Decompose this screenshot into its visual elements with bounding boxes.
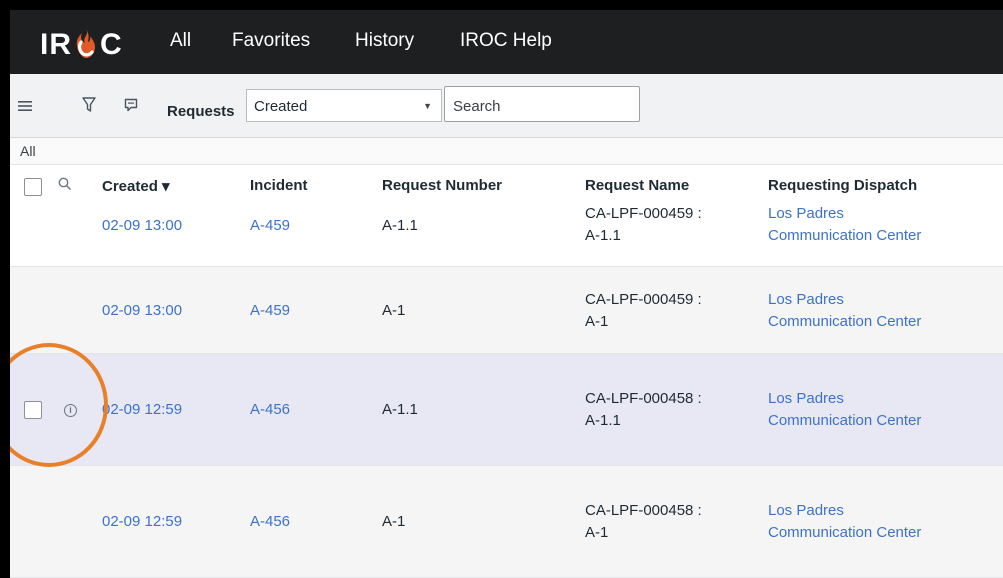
column-header-requesting-dispatch[interactable]: Requesting Dispatch — [768, 177, 917, 194]
speech-bubble-icon[interactable] — [124, 98, 138, 116]
table-row[interactable]: 02-09 12:59 A-456 A-1 CA-LPF-000458 : A-… — [10, 466, 1003, 578]
dispatch-link-line2[interactable]: Communication Center — [768, 225, 921, 247]
flame-logo-icon — [73, 29, 99, 59]
request-number: A-1 — [382, 513, 406, 530]
nav-link-history[interactable]: History — [355, 30, 414, 52]
search-icon[interactable] — [58, 177, 72, 194]
select-all-checkbox[interactable] — [24, 178, 42, 196]
iroc-logo[interactable]: IR C — [40, 25, 123, 65]
list-toolbar: Requests Created ▼ Search — [10, 74, 1003, 138]
incident-link[interactable]: A-456 — [250, 511, 290, 533]
column-header-request-number[interactable]: Request Number — [382, 177, 502, 194]
nav-link-favorites[interactable]: Favorites — [232, 30, 310, 52]
request-number: A-1 — [382, 302, 406, 319]
column-header-incident[interactable]: Incident — [250, 177, 308, 194]
nav-link-all[interactable]: All — [170, 30, 191, 52]
table-row[interactable]: 02-09 13:00 A-459 A-1.1 CA-LPF-000459 : … — [10, 205, 1003, 267]
request-name-line1: CA-LPF-000459 : — [585, 291, 702, 308]
logo-text-right: C — [100, 28, 123, 61]
funnel-icon[interactable] — [82, 97, 96, 117]
dispatch-link-line2[interactable]: Communication Center — [768, 311, 921, 333]
hamburger-icon[interactable] — [18, 99, 32, 116]
column-header-created[interactable]: Created ▾ — [102, 177, 170, 195]
created-link[interactable]: 02-09 12:59 — [102, 511, 182, 533]
dispatch-link-line1[interactable]: Los Padres — [768, 388, 844, 410]
search-field-select[interactable]: Created ▼ — [246, 89, 442, 122]
request-name-line2: A-1.1 — [585, 412, 621, 429]
column-header-request-name[interactable]: Request Name — [585, 177, 689, 194]
dispatch-link-line2[interactable]: Communication Center — [768, 522, 921, 544]
logo-text-left: IR — [40, 28, 72, 61]
created-link[interactable]: 02-09 13:00 — [102, 215, 182, 237]
nav-link-iroc-help[interactable]: IROC Help — [460, 30, 552, 52]
request-name-line1: CA-LPF-000459 : — [585, 205, 702, 222]
table-header: Created ▾ Incident Request Number Reques… — [10, 165, 1003, 209]
dispatch-link-line1[interactable]: Los Padres — [768, 289, 844, 311]
request-name-line2: A-1 — [585, 313, 609, 330]
request-name-line2: A-1.1 — [585, 227, 621, 244]
request-number: A-1.1 — [382, 401, 418, 418]
dispatch-link-line2[interactable]: Communication Center — [768, 410, 921, 432]
breadcrumb: All — [10, 138, 1003, 165]
created-link[interactable]: 02-09 13:00 — [102, 300, 182, 322]
top-nav: IR C All Favorites History IROC Help — [10, 10, 1003, 74]
incident-link[interactable]: A-456 — [250, 399, 290, 421]
dispatch-link-line1[interactable]: Los Padres — [768, 203, 844, 225]
info-icon[interactable]: i — [64, 404, 77, 417]
request-name-line2: A-1 — [585, 524, 609, 541]
request-name-line1: CA-LPF-000458 : — [585, 390, 702, 407]
search-input[interactable]: Search — [444, 86, 640, 122]
select-value: Created — [254, 98, 308, 115]
breadcrumb-all[interactable]: All — [20, 143, 36, 159]
table-row[interactable]: 02-09 13:00 A-459 A-1 CA-LPF-000459 : A-… — [10, 267, 1003, 354]
app-frame: IR C All Favorites History IROC Help Req… — [10, 10, 1003, 578]
request-name-line1: CA-LPF-000458 : — [585, 502, 702, 519]
incident-link[interactable]: A-459 — [250, 215, 290, 237]
search-placeholder: Search — [453, 98, 501, 115]
row-checkbox[interactable] — [24, 401, 42, 419]
request-number: A-1.1 — [382, 217, 418, 234]
dispatch-link-line1[interactable]: Los Padres — [768, 500, 844, 522]
incident-link[interactable]: A-459 — [250, 300, 290, 322]
chevron-down-icon: ▼ — [423, 101, 432, 111]
table-row[interactable]: i 02-09 12:59 A-456 A-1.1 CA-LPF-000458 … — [10, 354, 1003, 466]
list-title: Requests — [167, 103, 235, 120]
created-link[interactable]: 02-09 12:59 — [102, 399, 182, 421]
